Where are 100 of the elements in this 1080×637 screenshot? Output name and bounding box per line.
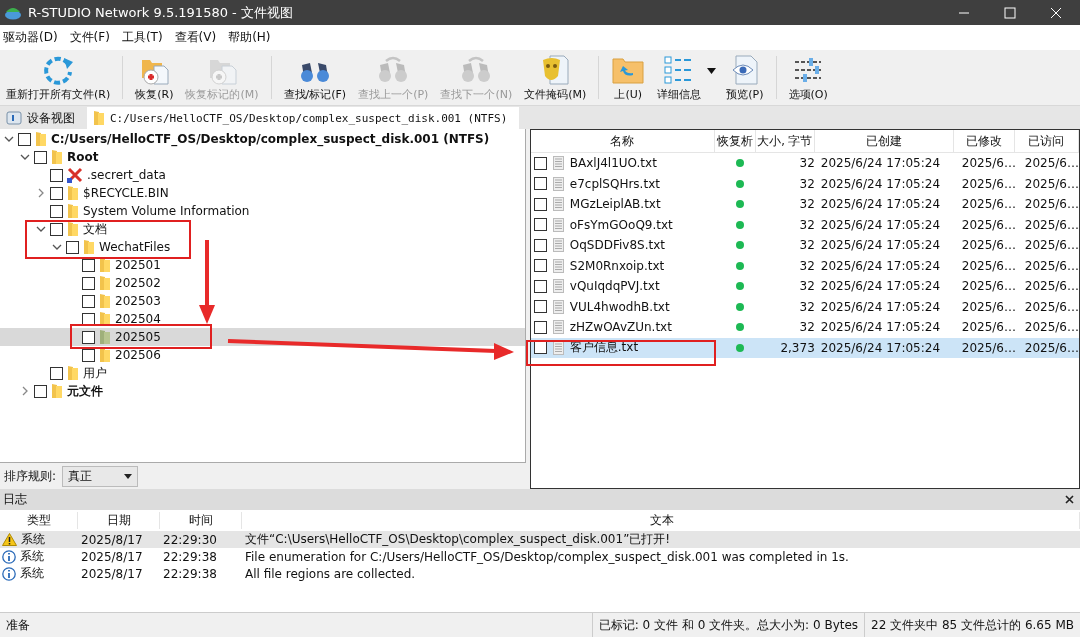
toolbar-button[interactable]: 查找/标记(F) — [277, 50, 353, 105]
toolbar-button[interactable]: 预览(P) — [720, 50, 770, 105]
tree-item[interactable]: 元文件 — [0, 382, 525, 400]
tree-item[interactable]: $RECYCLE.BIN — [0, 184, 525, 202]
folder-icon — [99, 347, 111, 363]
column-header[interactable]: 已创建 — [814, 130, 954, 152]
text-file-icon — [552, 340, 564, 355]
file-row[interactable]: OqSDDFiv8S.txt 32 2025/6/24 17:05:24 2025/6… 2025/6… — [530, 235, 1079, 256]
toolbar-button[interactable]: 文件掩码(M) — [518, 50, 593, 105]
column-header[interactable]: 名称 — [530, 130, 715, 152]
close-icon[interactable] — [1065, 495, 1074, 504]
accessed-date: 2025/6… — [1023, 197, 1079, 212]
tree-item[interactable]: 202504 — [0, 310, 525, 328]
menu-item[interactable]: 帮助(H) — [225, 29, 280, 46]
toolbar-button[interactable]: 上(U) — [605, 50, 652, 105]
column-header[interactable]: 恢复析 — [714, 130, 756, 152]
tree-item[interactable]: C:/Users/HelloCTF_OS/Desktop/complex_suspect_disk.001 (NTFS) — [0, 130, 525, 148]
checkbox[interactable] — [533, 238, 547, 252]
checkbox[interactable] — [533, 300, 547, 314]
file-row[interactable]: BAxlJ4l1UO.txt 32 2025/6/24 17:05:24 2025/6… 2025/6… — [530, 153, 1079, 174]
column-header[interactable]: 时间 — [160, 512, 242, 529]
text-file-icon — [552, 217, 564, 232]
tree-item[interactable]: 202503 — [0, 292, 525, 310]
log-row[interactable]: 系统 2025/8/17 22:29:30 文件“C:\Users\HelloCTF_OS\Desktop\complex_suspect_disk.001”已打开! — [0, 531, 1080, 548]
tree-item[interactable]: 202505 — [0, 328, 525, 346]
modified-date: 2025/6… — [960, 217, 1017, 232]
tree-item[interactable]: 202502 — [0, 274, 525, 292]
chevron-right-icon[interactable] — [20, 386, 30, 396]
toolbar-button[interactable]: 重新打开所有文件(R) — [0, 50, 117, 105]
checkbox[interactable] — [82, 276, 95, 290]
tree-label: 202505 — [115, 330, 161, 344]
checkbox[interactable] — [82, 330, 95, 344]
preview-eye-icon — [730, 54, 759, 86]
checkbox[interactable] — [82, 294, 95, 308]
file-row[interactable]: zHZwOAvZUn.txt 32 2025/6/24 17:05:24 2025/6… 2025/6… — [530, 317, 1079, 338]
checkbox[interactable] — [533, 177, 547, 191]
tree-label: System Volume Information — [83, 204, 250, 218]
file-row[interactable]: e7cplSQHrs.txt 32 2025/6/24 17:05:24 2025/6… 2025/6… — [530, 173, 1079, 194]
log-row[interactable]: 系统 2025/8/17 22:29:38 All file regions are collected. — [0, 565, 1080, 582]
tree-item[interactable]: 用户 — [0, 364, 525, 382]
log-row[interactable]: 系统 2025/8/17 22:29:38 File enumeration for C:/Users/HelloCTF_OS/Desktop/complex_suspect_disk.001 was completed in 1s. — [0, 548, 1080, 565]
checkbox[interactable] — [533, 218, 547, 232]
folder-icon — [83, 239, 95, 255]
checkbox[interactable] — [50, 222, 63, 236]
text-file-icon — [552, 176, 564, 191]
column-header[interactable]: 大小, 字节 — [755, 130, 815, 152]
checkbox[interactable] — [533, 156, 547, 170]
tree-label: 202504 — [115, 312, 161, 326]
menu-item[interactable]: 工具(T) — [118, 29, 172, 46]
tree-item[interactable]: 文档 — [0, 220, 525, 238]
toolbar-button[interactable]: 详细信息 — [651, 50, 708, 105]
file-row[interactable]: S2M0Rnxoip.txt 32 2025/6/24 17:05:24 2025/6… 2025/6… — [530, 255, 1079, 276]
tree-item[interactable]: System Volume Information — [0, 202, 525, 220]
toolbar-button[interactable]: 恢复(R) — [129, 50, 180, 105]
checkbox[interactable] — [533, 279, 547, 293]
checkbox[interactable] — [50, 168, 63, 182]
toolbar-button[interactable]: 选项(O) — [782, 50, 834, 105]
status-text: 已标记: 0 文件 和 0 文件夹。总大小为: 0 Bytes — [591, 613, 865, 637]
checkbox[interactable] — [34, 150, 47, 164]
tree-item[interactable]: Root — [0, 148, 525, 166]
menu-item[interactable]: 文件(F) — [66, 29, 119, 46]
checkbox[interactable] — [50, 186, 63, 200]
menu-item[interactable]: 驱动器(D) — [0, 29, 67, 46]
column-header[interactable]: 类型 — [0, 512, 78, 529]
chevron-right-icon[interactable] — [36, 188, 46, 198]
menu-item[interactable]: 查看(V) — [171, 29, 226, 46]
checkbox[interactable] — [50, 204, 63, 218]
checkbox[interactable] — [66, 240, 79, 254]
chevron-down-icon[interactable] — [4, 134, 14, 144]
checkbox[interactable] — [533, 320, 547, 334]
tree-item[interactable]: .secrert_data — [0, 166, 525, 184]
checkbox[interactable] — [533, 259, 547, 273]
text-file-icon — [552, 238, 564, 253]
checkbox[interactable] — [18, 132, 31, 146]
sort-dropdown[interactable]: 真正 — [62, 465, 139, 487]
tree-item[interactable]: 202501 — [0, 256, 525, 274]
log-date: 2025/8/17 — [80, 566, 144, 581]
checkbox[interactable] — [533, 197, 547, 211]
dropdown-caret-icon[interactable] — [707, 67, 717, 74]
created-date: 2025/6/24 17:05:24 — [819, 320, 942, 335]
maximize-icon[interactable] — [1004, 6, 1016, 19]
modified-date: 2025/6… — [960, 197, 1017, 212]
column-header[interactable]: 文本 — [242, 512, 1080, 529]
checkbox[interactable] — [50, 366, 63, 380]
file-row[interactable]: VUL4hwodhB.txt 32 2025/6/24 17:05:24 2025/6… 2025/6… — [530, 296, 1079, 317]
chevron-down-icon[interactable] — [36, 224, 46, 234]
folder-icon — [99, 311, 111, 327]
tab[interactable]: C:/Users/HelloCTF_OS/Desktop/complex_suspect_disk.001 (NTFS) — [87, 107, 520, 129]
tree-item[interactable]: 202506 — [0, 346, 525, 364]
tree-item[interactable]: WechatFiles — [0, 238, 525, 256]
chevron-down-icon[interactable] — [52, 242, 62, 252]
column-header[interactable]: 已访问 — [1014, 130, 1079, 152]
chevron-down-icon[interactable] — [20, 152, 30, 162]
file-row[interactable]: MGzLeiplAB.txt 32 2025/6/24 17:05:24 2025/6… 2025/6… — [530, 194, 1079, 215]
log-date: 2025/8/17 — [80, 532, 144, 547]
column-header[interactable]: 已修改 — [953, 130, 1015, 152]
file-row[interactable]: oFsYmGOoQ9.txt 32 2025/6/24 17:05:24 2025/6… 2025/6… — [530, 214, 1079, 235]
checkbox[interactable] — [34, 384, 47, 398]
file-row[interactable]: vQuIqdqPVJ.txt 32 2025/6/24 17:05:24 2025/6… 2025/6… — [530, 276, 1079, 297]
column-header[interactable]: 日期 — [78, 512, 160, 529]
